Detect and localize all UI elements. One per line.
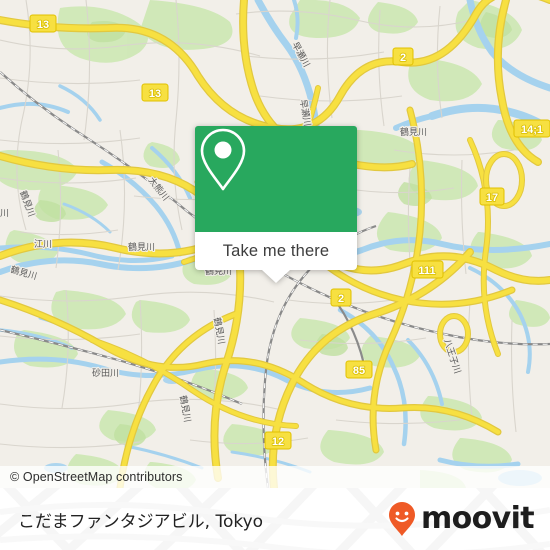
- svg-text:13: 13: [37, 19, 49, 31]
- svg-text:85: 85: [353, 365, 365, 377]
- map-pin-icon: [200, 128, 246, 191]
- moovit-place-card: 早瀬川 早瀬川 大熊川 鶴見川 江川 鶴見川 鶴見川 鶴見川 砂田川 鶴見川 鶴…: [0, 0, 550, 550]
- moovit-pin-icon: [388, 502, 415, 536]
- svg-text:2: 2: [400, 52, 406, 64]
- route-shield: 13: [141, 83, 169, 102]
- callout-pointer-tail: [262, 270, 290, 283]
- route-shield: 2: [330, 288, 352, 307]
- take-me-there-button[interactable]: Take me there: [195, 232, 357, 270]
- moovit-wordmark: moovit: [420, 501, 535, 536]
- route-shield: 12: [264, 431, 292, 450]
- svg-text:江川: 江川: [34, 239, 52, 250]
- svg-text:2: 2: [338, 293, 344, 305]
- svg-text:砂田川: 砂田川: [92, 367, 119, 379]
- svg-text:鶴見川: 鶴見川: [400, 126, 427, 138]
- svg-text:14;1: 14;1: [521, 124, 543, 136]
- svg-text:鶴見川: 鶴見川: [128, 241, 155, 253]
- route-shield: 17: [479, 187, 505, 206]
- route-shield: 85: [345, 360, 373, 379]
- osm-attribution-text: © OpenStreetMap contributors: [10, 470, 183, 484]
- osm-attribution: © OpenStreetMap contributors: [0, 466, 550, 488]
- map-canvas[interactable]: 早瀬川 早瀬川 大熊川 鶴見川 江川 鶴見川 鶴見川 鶴見川 砂田川 鶴見川 鶴…: [0, 0, 550, 488]
- svg-text:13: 13: [149, 88, 161, 100]
- moovit-logo: moovit: [387, 501, 535, 537]
- route-shield: 13: [29, 14, 57, 33]
- svg-text:12: 12: [272, 436, 284, 448]
- svg-text:17: 17: [486, 192, 498, 204]
- svg-text:川: 川: [0, 209, 9, 219]
- svg-text:111: 111: [418, 265, 435, 277]
- place-callout-card[interactable]: Take me there: [195, 126, 357, 283]
- route-shield: 111: [411, 260, 444, 279]
- place-name-title: こだまファンタジアビル, Tokyo: [18, 511, 264, 532]
- take-me-there-label: Take me there: [222, 241, 330, 260]
- route-shield: 2: [392, 47, 414, 66]
- footer-bar: こだまファンタジアビル, Tokyo moovit: [0, 488, 550, 550]
- route-shield: 14;1: [513, 119, 550, 138]
- callout-icon-panel: [195, 126, 357, 232]
